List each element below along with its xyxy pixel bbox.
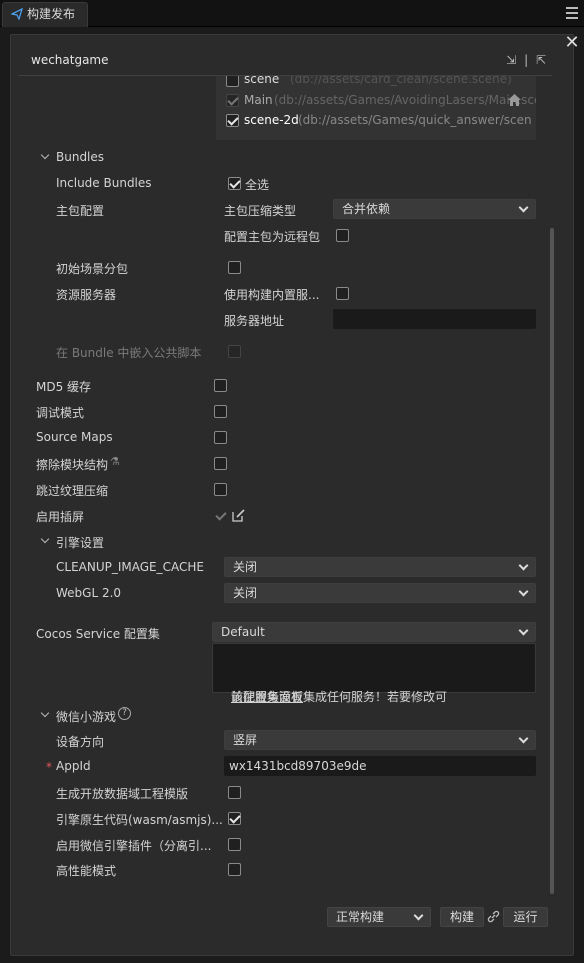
native-code-checkbox[interactable] [228, 812, 241, 825]
scene-name-2: scene-2d [244, 113, 299, 127]
required-marker: * [46, 760, 52, 774]
cleanup-cache-select[interactable]: 关闭 [224, 557, 536, 577]
cleanup-cache-label: CLEANUP_IMAGE_CACHE [56, 560, 204, 574]
webgl2-select[interactable]: 关闭 [224, 583, 536, 603]
select-all-label: 全选 [245, 178, 270, 192]
cleanup-cache-value: 关闭 [233, 560, 258, 574]
remote-main-checkbox[interactable] [336, 229, 349, 242]
run-button[interactable]: 运行 [503, 907, 548, 927]
splash-label: 启用插屏 [36, 510, 85, 524]
open-data-label: 生成开放数据域工程模版 [56, 787, 189, 801]
build-mode-select[interactable]: 正常构建 [327, 907, 431, 927]
initial-scene-label: 初始场景分包 [56, 262, 129, 276]
remote-main-label: 配置主包为远程包 [224, 230, 321, 244]
help-icon[interactable]: ? [118, 707, 131, 720]
scene-path-0: (db://assets/card_clean/scene.scene) [290, 76, 512, 86]
chevron-down-icon [518, 202, 529, 213]
scene-name-1: Main [244, 93, 273, 107]
skip-texture-checkbox[interactable] [214, 483, 227, 496]
md5-cache-label: MD5 缓存 [36, 380, 92, 394]
orientation-select[interactable]: 竖屏 [224, 730, 536, 750]
chevron-down-icon [518, 733, 529, 744]
chevron-down-icon [518, 586, 529, 597]
scene-checkbox-2[interactable] [226, 114, 239, 127]
server-address-input[interactable] [333, 309, 536, 329]
import-icon[interactable]: ⇲ [506, 53, 516, 67]
link-icon[interactable] [487, 910, 500, 923]
engine-section-title[interactable]: 引擎设置 [56, 534, 104, 551]
use-builtin-server-checkbox[interactable] [336, 287, 349, 300]
menu-icon[interactable] [566, 7, 578, 19]
tab-bar: 构建发布 [0, 0, 584, 27]
splash-checkbox [214, 509, 227, 522]
appid-input[interactable]: wx1431bcd89703e9de [224, 756, 536, 776]
engine-plugin-label: 启用微信引擎插件（分离引... [56, 839, 212, 853]
scene-list: scene (db://assets/card_clean/scene.scen… [216, 76, 536, 140]
resource-server-label: 资源服务器 [56, 288, 117, 302]
scene-checkbox-0[interactable] [226, 76, 239, 87]
appid-label: AppId [56, 759, 91, 773]
build-button[interactable]: 构建 [440, 907, 484, 927]
chevron-down-icon [518, 560, 529, 571]
close-icon[interactable]: ✕ [562, 34, 582, 54]
compress-type-select[interactable]: 合并依赖 [333, 199, 536, 219]
wechat-section-title[interactable]: 微信小游戏 [56, 708, 116, 725]
include-bundles-label: Include Bundles [56, 176, 152, 190]
webgl2-value: 关闭 [233, 586, 258, 600]
scene-path-2: (db://assets/Games/quick_answer/scen [298, 113, 532, 127]
tab-build-publish[interactable]: 构建发布 [2, 2, 88, 27]
export-icon[interactable]: ⇱ [536, 53, 546, 67]
embed-script-label: 在 Bundle 中嵌入公共脚本 [56, 346, 202, 360]
high-perf-label: 高性能模式 [56, 864, 117, 878]
service-config-value: Default [221, 625, 265, 639]
initial-scene-checkbox[interactable] [228, 261, 241, 274]
source-maps-checkbox[interactable] [214, 431, 227, 444]
scrollbar[interactable] [550, 228, 554, 894]
build-mode-value: 正常构建 [336, 910, 385, 924]
service-config-label: Cocos Service 配置集 [36, 627, 160, 641]
send-icon [10, 7, 24, 21]
divider: | [524, 53, 529, 67]
service-panel-link[interactable]: 前往服务面板 [231, 688, 303, 705]
open-data-checkbox[interactable] [228, 786, 241, 799]
skip-texture-label: 跳过纹理压缩 [36, 484, 109, 498]
home-icon [508, 94, 521, 106]
platform-title: wechatgame [31, 53, 109, 67]
debug-mode-label: 调试模式 [36, 406, 85, 420]
orientation-label: 设备方向 [56, 735, 105, 749]
service-notice: 该配置集没有集成任何服务！若要修改可 前往服务面板 [212, 643, 536, 704]
bundles-section-title[interactable]: Bundles [56, 150, 104, 164]
tab-title: 构建发布 [27, 7, 76, 21]
embed-script-checkbox [228, 345, 241, 358]
scene-name-0: scene [244, 76, 280, 86]
main-package-label: 主包配置 [56, 204, 105, 218]
md5-cache-checkbox[interactable] [214, 379, 227, 392]
native-code-label: 引擎原生代码(wasm/asmjs)... [56, 813, 223, 827]
edit-icon[interactable] [232, 509, 245, 522]
compress-type-label: 主包压缩类型 [224, 204, 297, 218]
orientation-value: 竖屏 [233, 733, 258, 747]
webgl2-label: WebGL 2.0 [56, 586, 122, 600]
experimental-icon: ⚗ [110, 455, 120, 468]
high-perf-checkbox[interactable] [228, 863, 241, 876]
scene-path-1: (db://assets/Games/AvoidingLasers/Main.s… [274, 93, 536, 107]
chevron-down-icon [413, 910, 424, 921]
scene-checkbox-1 [226, 94, 239, 107]
debug-mode-checkbox[interactable] [214, 405, 227, 418]
platform-header: wechatgame ⇲ | ⇱ [18, 44, 552, 76]
erase-module-checkbox[interactable] [214, 457, 227, 470]
compress-type-value: 合并依赖 [342, 202, 391, 216]
engine-plugin-checkbox[interactable] [228, 838, 241, 851]
source-maps-label: Source Maps [36, 430, 113, 444]
service-config-select[interactable]: Default [212, 622, 536, 642]
select-all-checkbox[interactable] [228, 177, 241, 190]
erase-module-label: 擦除模块结构 [36, 458, 109, 472]
use-builtin-server-label: 使用构建内置服... [224, 288, 320, 302]
server-address-label: 服务器地址 [224, 314, 285, 328]
chevron-down-icon [518, 625, 529, 636]
